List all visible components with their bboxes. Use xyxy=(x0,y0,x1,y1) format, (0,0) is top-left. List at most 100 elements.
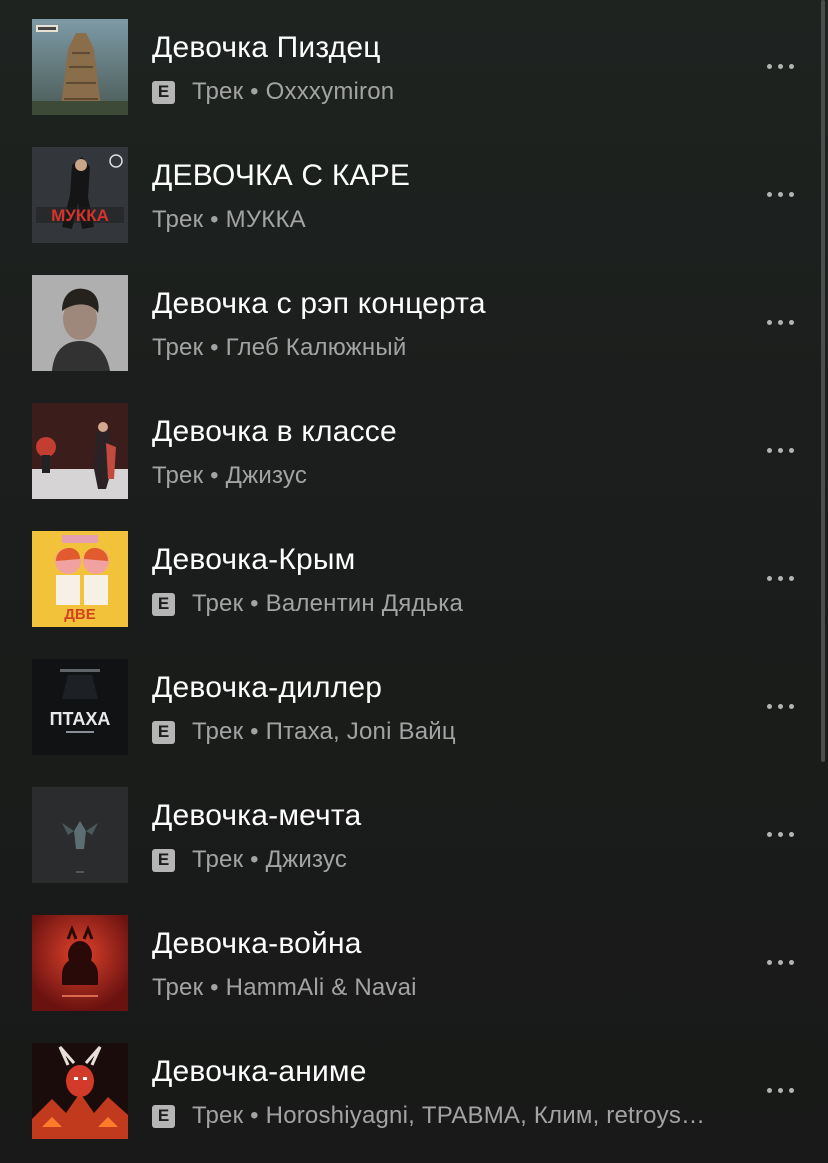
track-title: Девочка-аниме xyxy=(152,1055,367,1088)
track-title: Девочка Пиздец xyxy=(152,31,381,64)
more-options-button[interactable] xyxy=(756,1070,804,1110)
meta-separator: • xyxy=(243,718,266,745)
svg-text:МУККА: МУККА xyxy=(51,206,109,225)
track-artist: Oxxxymiron xyxy=(265,78,395,105)
track-row[interactable]: Девочка с рэп концерта Трек • Глеб Калюжн… xyxy=(0,256,828,384)
explicit-badge: E xyxy=(152,80,175,104)
track-type-label: Трек xyxy=(192,718,244,745)
track-meta: Трек • HammAli & Navai xyxy=(152,972,417,1004)
dot xyxy=(777,959,783,965)
more-options-button[interactable] xyxy=(756,942,804,982)
meta-separator: • xyxy=(203,462,226,489)
dot xyxy=(766,1087,772,1093)
explicit-badge: E xyxy=(152,720,175,744)
track-type-label: Трек xyxy=(192,1102,244,1129)
more-horizontal-icon xyxy=(766,703,794,709)
dot xyxy=(777,1087,783,1093)
track-artist: Глеб Калюжный xyxy=(225,334,407,361)
more-horizontal-icon xyxy=(766,319,794,325)
album-cover xyxy=(32,275,128,371)
album-cover xyxy=(32,19,128,115)
more-options-button[interactable] xyxy=(756,814,804,854)
track-meta: E Трек • Oxxxymiron xyxy=(152,76,394,108)
dot xyxy=(777,447,783,453)
album-cover xyxy=(32,1043,128,1139)
dot xyxy=(788,191,794,197)
more-options-button[interactable] xyxy=(756,686,804,726)
dot xyxy=(788,703,794,709)
explicit-badge: E xyxy=(152,1104,175,1128)
svg-text:ДВЕ: ДВЕ xyxy=(64,606,96,623)
more-horizontal-icon xyxy=(766,447,794,453)
more-options-button[interactable] xyxy=(756,430,804,470)
track-title: Девочка в классе xyxy=(152,415,397,448)
track-row[interactable]: Девочка-мечта E Трек • Джизус xyxy=(0,768,828,896)
track-meta: E Трек • Птаха, Joni Вайц xyxy=(152,716,456,748)
track-artist: Валентин Дядька xyxy=(265,590,464,617)
dot xyxy=(766,191,772,197)
dot xyxy=(777,191,783,197)
more-horizontal-icon xyxy=(766,959,794,965)
track-row[interactable]: МУККА ДЕВОЧКА С КАРЕ Трек • МУККА xyxy=(0,128,828,256)
dot xyxy=(766,319,772,325)
track-type-label: Трек xyxy=(192,78,244,105)
track-meta: E Трек • Джизус xyxy=(152,844,347,876)
dot xyxy=(788,1087,794,1093)
svg-text:ПТАХА: ПТАХА xyxy=(50,709,111,729)
track-row[interactable]: Девочка-аниме E Трек • Horoshiyagni, ТРАВМ… xyxy=(0,1024,828,1152)
track-type-label: Трек xyxy=(152,974,204,1001)
more-horizontal-icon xyxy=(766,191,794,197)
dot xyxy=(788,447,794,453)
dot xyxy=(777,63,783,69)
track-meta: E Трек • Валентин Дядька xyxy=(152,588,463,620)
track-row[interactable]: Девочка-война Трек • HammAli & Navai xyxy=(0,896,828,1024)
more-options-button[interactable] xyxy=(756,558,804,598)
track-type-label: Трек xyxy=(152,206,204,233)
dot xyxy=(766,959,772,965)
track-title: Девочка-диллер xyxy=(152,671,383,704)
track-meta: Трек • МУККА xyxy=(152,204,306,236)
track-title: ДЕВОЧКА С КАРЕ xyxy=(152,159,411,192)
dot xyxy=(788,959,794,965)
meta-separator: • xyxy=(243,846,266,873)
track-type-label: Трек xyxy=(192,590,244,617)
track-artist: HammAli & Navai xyxy=(225,974,417,1001)
more-options-button[interactable] xyxy=(756,302,804,342)
dot xyxy=(766,447,772,453)
dot xyxy=(788,575,794,581)
track-row[interactable]: Девочка Пиздец E Трек • Oxxxymiron xyxy=(0,0,828,128)
meta-separator: • xyxy=(243,590,266,617)
more-horizontal-icon xyxy=(766,831,794,837)
track-title: Девочка-Крым xyxy=(152,543,356,576)
meta-separator: • xyxy=(203,974,226,1001)
dot xyxy=(788,319,794,325)
dot xyxy=(766,703,772,709)
track-row[interactable]: ПТАХА Девочка-диллер E Трек • Птаха, Joni … xyxy=(0,640,828,768)
track-type-label: Трек xyxy=(192,846,244,873)
track-row[interactable]: ДВЕ Девочка-Крым E Трек • Валентин Дядька xyxy=(0,512,828,640)
dot xyxy=(788,831,794,837)
track-title: Девочка-война xyxy=(152,927,362,960)
track-artist: Джизус xyxy=(265,846,348,873)
explicit-badge: E xyxy=(152,848,175,872)
dot xyxy=(777,575,783,581)
more-horizontal-icon xyxy=(766,1087,794,1093)
track-meta: E Трек • Horoshiyagni, ТРАВМА, Клим, retr… xyxy=(152,1100,705,1132)
track-artist: Птаха, Joni Вайц xyxy=(265,718,456,745)
meta-separator: • xyxy=(203,334,226,361)
search-results-list: Девочка Пиздец E Трек • Oxxxymiron МУККА Д… xyxy=(0,0,828,1163)
album-cover: МУККА xyxy=(32,147,128,243)
more-options-button[interactable] xyxy=(756,46,804,86)
track-meta: Трек • Глеб Калюжный xyxy=(152,332,406,364)
album-cover: ПТАХА xyxy=(32,659,128,755)
dot xyxy=(788,63,794,69)
track-row[interactable]: Девочка в классе Трек • Джизус xyxy=(0,384,828,512)
meta-separator: • xyxy=(243,78,266,105)
track-meta: Трек • Джизус xyxy=(152,460,307,492)
meta-separator: • xyxy=(203,206,226,233)
meta-separator: • xyxy=(243,1102,266,1129)
dot xyxy=(766,575,772,581)
more-options-button[interactable] xyxy=(756,174,804,214)
track-artist: Horoshiyagni, ТРАВМА, Клим, retroys… xyxy=(265,1102,706,1129)
track-artist: Джизус xyxy=(225,462,308,489)
